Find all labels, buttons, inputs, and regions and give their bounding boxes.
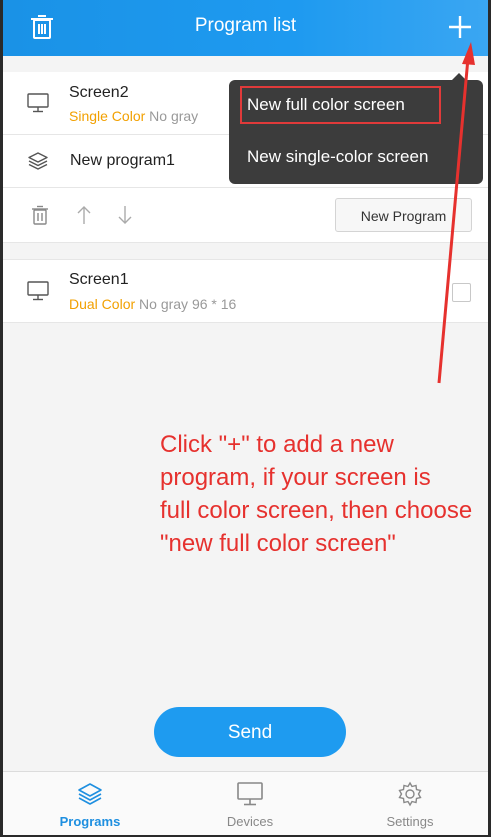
program-name: Screen2 (69, 84, 129, 101)
monitor-icon (27, 281, 49, 301)
annotation-text: Click "+" to add a new program, if your … (160, 428, 488, 560)
header-bar: Program list (3, 0, 488, 56)
program-details: Dual Color No gray 96 * 16 (69, 296, 236, 312)
gear-icon (396, 781, 424, 807)
plus-icon (449, 16, 471, 38)
program-details: Single Color No gray (69, 108, 198, 124)
trash-icon (32, 205, 48, 225)
screen-size: 96 * 16 (191, 296, 237, 312)
delete-button[interactable] (31, 205, 49, 225)
arrow-down-icon (118, 206, 132, 224)
move-down-button[interactable] (117, 204, 133, 226)
program-name: Screen1 (69, 271, 129, 288)
annotation-line: program, if your screen is (160, 464, 431, 491)
highlight-box (240, 86, 441, 124)
arrow-up-icon (77, 206, 91, 224)
gray-level: No gray (149, 108, 199, 124)
tab-bar: Programs Devices Settings (3, 771, 488, 835)
menu-item-new-full-color[interactable]: New full color screen (229, 80, 483, 130)
tab-devices[interactable]: Devices (190, 772, 310, 835)
move-up-button[interactable] (76, 204, 92, 226)
send-button[interactable]: Send (154, 707, 346, 757)
color-type: Single Color (69, 108, 146, 124)
annotation-line: Click "+" to add a new (160, 431, 394, 458)
tab-programs[interactable]: Programs (30, 772, 150, 835)
annotation-line: full color screen, then choose (160, 497, 473, 524)
select-checkbox[interactable] (452, 283, 471, 302)
add-button[interactable] (443, 10, 477, 44)
tab-settings[interactable]: Settings (350, 772, 470, 835)
monitor-icon (27, 93, 49, 113)
tab-label: Settings (386, 814, 434, 829)
program-item-name: New program1 (70, 152, 175, 169)
tab-label: Programs (59, 814, 121, 829)
layers-icon (76, 781, 104, 807)
program-row-screen1[interactable]: Screen1 Dual Color No gray 96 * 16 (3, 259, 488, 323)
color-type: Dual Color (69, 296, 136, 312)
menu-item-label: New single-color screen (247, 147, 429, 166)
add-menu-popup: New full color screen New single-color s… (229, 73, 483, 184)
annotation-line: "new full color screen" (160, 530, 396, 557)
tab-label: Devices (226, 814, 274, 829)
gray-level: No gray (139, 296, 189, 312)
app-frame: Program list Screen2 Single Color No gra… (3, 0, 488, 835)
menu-item-new-single-color[interactable]: New single-color screen (229, 132, 483, 182)
layers-icon (27, 151, 49, 171)
monitor-icon (236, 781, 264, 807)
page-title: Program list (194, 15, 297, 36)
new-program-button[interactable]: New Program (335, 198, 472, 232)
